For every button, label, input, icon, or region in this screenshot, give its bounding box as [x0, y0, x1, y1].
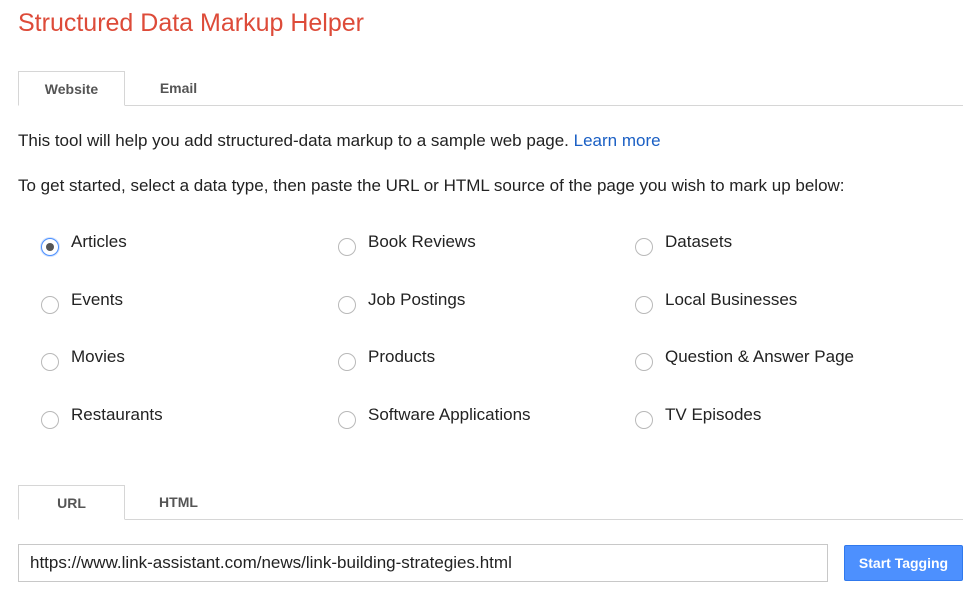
- radio-movies[interactable]: [41, 353, 59, 371]
- option-label: Question & Answer Page: [665, 347, 855, 366]
- radio-tv-episodes[interactable]: [635, 411, 653, 429]
- option-label: Local Businesses: [665, 290, 798, 309]
- radio-job-postings[interactable]: [338, 296, 356, 314]
- radio-datasets[interactable]: [635, 238, 653, 256]
- intro-sentence: This tool will help you add structured-d…: [18, 131, 574, 150]
- option-tv-episodes[interactable]: TV Episodes: [635, 405, 761, 429]
- option-label: Datasets: [665, 232, 733, 251]
- option-label: Events: [71, 290, 123, 309]
- url-input[interactable]: [18, 544, 828, 582]
- option-label: TV Episodes: [665, 405, 762, 424]
- option-movies[interactable]: Movies: [41, 347, 125, 371]
- tab-url[interactable]: URL: [18, 485, 125, 520]
- option-job-postings[interactable]: Job Postings: [338, 290, 465, 314]
- option-book-reviews[interactable]: Book Reviews: [338, 232, 476, 256]
- option-question-answer-page[interactable]: Question & Answer Page: [635, 347, 854, 371]
- radio-articles[interactable]: [41, 238, 59, 256]
- option-restaurants[interactable]: Restaurants: [41, 405, 163, 429]
- option-label: Book Reviews: [368, 232, 476, 251]
- instructions-text: To get started, select a data type, then…: [18, 176, 845, 195]
- option-local-businesses[interactable]: Local Businesses: [635, 290, 797, 314]
- option-events[interactable]: Events: [41, 290, 123, 314]
- radio-local-businesses[interactable]: [635, 296, 653, 314]
- radio-products[interactable]: [338, 353, 356, 371]
- option-label: Job Postings: [368, 290, 466, 309]
- option-label: Articles: [71, 232, 127, 251]
- tab-email[interactable]: Email: [125, 71, 232, 105]
- radio-restaurants[interactable]: [41, 411, 59, 429]
- option-software-applications[interactable]: Software Applications: [338, 405, 531, 429]
- option-articles[interactable]: Articles: [41, 232, 127, 256]
- page-title: Structured Data Markup Helper: [18, 9, 364, 37]
- radio-software-applications[interactable]: [338, 411, 356, 429]
- option-products[interactable]: Products: [338, 347, 435, 371]
- option-label: Products: [368, 347, 436, 366]
- option-label: Software Applications: [368, 405, 531, 424]
- option-label: Restaurants: [71, 405, 163, 424]
- tab-website[interactable]: Website: [18, 71, 125, 106]
- radio-book-reviews[interactable]: [338, 238, 356, 256]
- option-datasets[interactable]: Datasets: [635, 232, 732, 256]
- option-label: Movies: [71, 347, 125, 366]
- intro-text: This tool will help you add structured-d…: [18, 131, 661, 151]
- input-tabbar: URL HTML: [18, 485, 963, 520]
- radio-question-answer-page[interactable]: [635, 353, 653, 371]
- start-tagging-button[interactable]: Start Tagging: [844, 545, 963, 581]
- tab-html[interactable]: HTML: [125, 485, 232, 519]
- learn-more-link[interactable]: Learn more: [574, 131, 661, 150]
- radio-events[interactable]: [41, 296, 59, 314]
- source-tabbar: Website Email: [18, 71, 963, 106]
